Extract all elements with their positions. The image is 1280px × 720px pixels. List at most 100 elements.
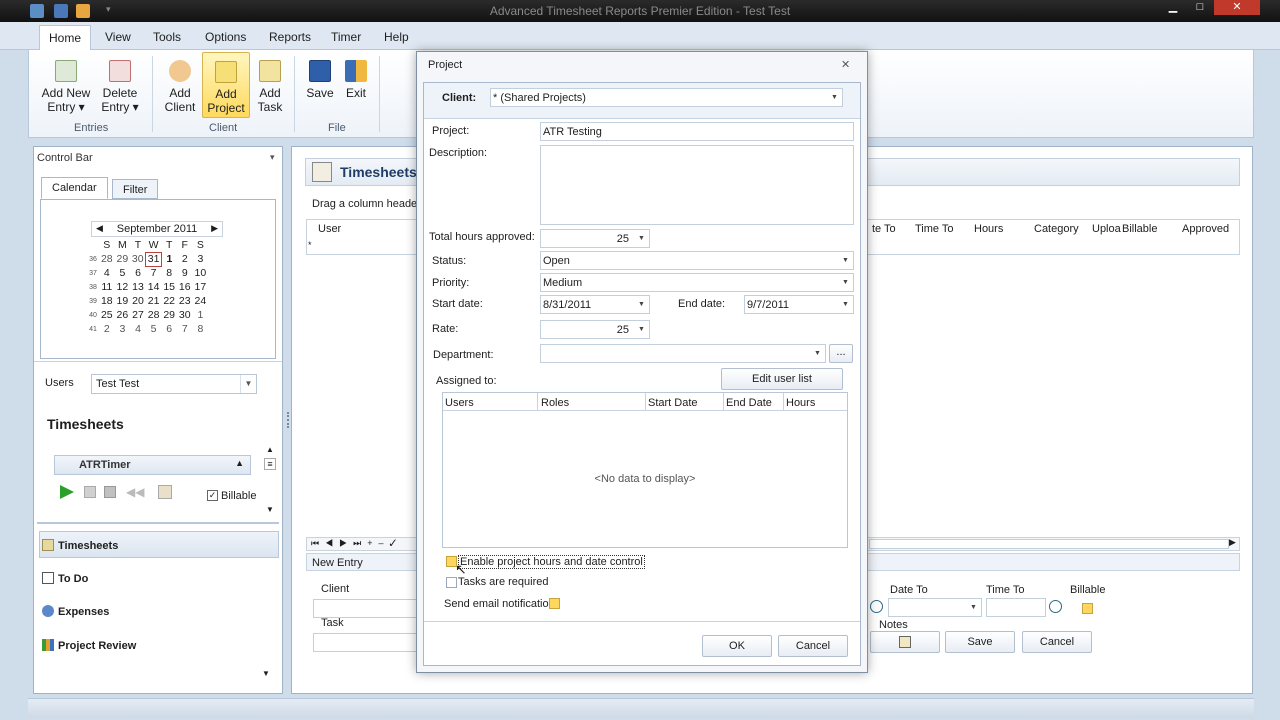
calendar-day[interactable]: 27 — [130, 308, 146, 322]
rewind-icon[interactable]: ◀◀ — [126, 485, 144, 499]
col-approved[interactable]: Approved — [1182, 223, 1229, 235]
exit-button[interactable]: Exit — [341, 56, 371, 100]
nav-expenses[interactable]: Expenses — [42, 605, 109, 618]
col-hours[interactable]: Hours — [974, 223, 1003, 235]
users-select[interactable]: Test Test ▼ — [91, 374, 257, 394]
calendar-day[interactable]: 5 — [146, 322, 162, 336]
rate-spinner[interactable]: 25 ▼ — [540, 320, 650, 339]
dialog-close-icon[interactable]: ✕ — [841, 58, 850, 71]
billable-checkbox[interactable]: ✓ — [207, 490, 218, 501]
col-hours[interactable]: Hours — [786, 397, 815, 409]
timer-settings-icon[interactable] — [158, 485, 172, 499]
col-billable[interactable]: Billable — [1122, 223, 1157, 235]
project-input[interactable]: ATR Testing — [540, 122, 854, 141]
tab-view[interactable]: View — [105, 30, 131, 44]
tab-timer[interactable]: Timer — [331, 30, 361, 44]
calendar-day[interactable]: 4 — [99, 266, 115, 280]
add-new-entry-button[interactable]: Add New Entry ▾ — [41, 56, 91, 114]
collapse-icon[interactable]: ▲ — [235, 458, 244, 468]
play-icon[interactable] — [60, 485, 74, 499]
dropdown-arrow-icon[interactable]: ▼ — [966, 599, 981, 616]
calendar-day[interactable]: 7 — [177, 322, 193, 336]
pause-icon[interactable] — [84, 486, 96, 498]
maximize-button[interactable]: □ — [1187, 0, 1213, 15]
col-roles[interactable]: Roles — [541, 397, 569, 409]
nav-todo[interactable]: To Do — [42, 572, 88, 585]
tab-home[interactable]: Home — [39, 25, 92, 51]
nav-project-review[interactable]: Project Review — [42, 639, 136, 652]
calendar-day[interactable]: 3 — [193, 252, 209, 266]
clock-icon[interactable] — [870, 600, 883, 613]
client-select[interactable]: * (Shared Projects) ▼ — [490, 88, 843, 107]
calendar-day[interactable]: 1 — [161, 252, 177, 266]
minimize-button[interactable]: ▁ — [1160, 0, 1186, 15]
tasks-required-checkbox[interactable] — [446, 577, 457, 588]
status-select[interactable]: Open ▼ — [540, 251, 854, 270]
col-upload[interactable]: Uploa — [1092, 223, 1121, 235]
calendar-day[interactable]: 28 — [99, 252, 115, 266]
scroll-up-icon[interactable]: ▲ — [266, 445, 274, 454]
calendar-day[interactable]: 8 — [161, 266, 177, 280]
calendar-day[interactable]: 30 — [177, 308, 193, 322]
calendar-day[interactable]: 19 — [115, 294, 131, 308]
save-button[interactable]: Save — [305, 56, 335, 100]
col-user[interactable]: User — [318, 223, 341, 235]
entry-save-button[interactable]: Save — [945, 631, 1015, 653]
calendar-day[interactable]: 20 — [130, 294, 146, 308]
col-date-to[interactable]: te To — [872, 223, 896, 235]
calendar-day[interactable]: 18 — [99, 294, 115, 308]
task-input[interactable] — [313, 633, 417, 652]
scroll-down-icon[interactable]: ▼ — [266, 505, 274, 514]
calendar-day[interactable]: 2 — [99, 322, 115, 336]
scroll-right-icon[interactable]: ▶ — [1229, 537, 1236, 548]
next-month-icon[interactable]: ▶ — [211, 223, 218, 234]
start-date-picker[interactable]: 8/31/2011 ▼ — [540, 295, 650, 314]
calendar-day[interactable]: 30 — [130, 252, 146, 266]
calendar-day[interactable]: 25 — [99, 308, 115, 322]
calendar-day[interactable]: 2 — [177, 252, 193, 266]
calendar-day[interactable]: 22 — [161, 294, 177, 308]
calendar-day[interactable]: 3 — [115, 322, 131, 336]
calendar-day[interactable]: 15 — [161, 280, 177, 294]
time-to-input[interactable] — [986, 598, 1046, 617]
navigator-buttons-icon[interactable]: ⏮◀▶⏭+–✓ — [311, 538, 402, 549]
calendar-day[interactable]: 9 — [177, 266, 193, 280]
add-task-button[interactable]: Add Task — [253, 56, 287, 114]
calendar-day[interactable]: 28 — [146, 308, 162, 322]
description-textarea[interactable] — [540, 145, 854, 225]
calendar-day[interactable]: 17 — [193, 280, 209, 294]
col-start-date[interactable]: Start Date — [648, 397, 698, 409]
tab-help[interactable]: Help — [384, 30, 409, 44]
priority-select[interactable]: Medium ▼ — [540, 273, 854, 292]
close-window-button[interactable]: ✕ — [1214, 0, 1260, 15]
calendar-day[interactable]: 6 — [130, 266, 146, 280]
tab-reports[interactable]: Reports — [269, 30, 311, 44]
add-project-button[interactable]: Add Project — [202, 52, 250, 118]
tab-calendar[interactable]: Calendar — [41, 177, 108, 199]
calendar-day[interactable]: 24 — [193, 294, 209, 308]
tab-filter[interactable]: Filter — [112, 179, 159, 199]
calendar-day[interactable]: 5 — [115, 266, 131, 280]
timer-header[interactable]: ATRTimer ▲ — [54, 455, 251, 475]
horizontal-scrollbar[interactable] — [869, 539, 1229, 549]
clock-icon[interactable] — [1049, 600, 1062, 613]
calendar-day[interactable]: 16 — [177, 280, 193, 294]
department-select[interactable]: ▼ — [540, 344, 826, 363]
edit-user-list-button[interactable]: Edit user list — [721, 368, 843, 390]
calendar-day[interactable]: 29 — [115, 252, 131, 266]
delete-entry-button[interactable]: Delete Entry ▾ — [97, 56, 143, 114]
dropdown-arrow-icon[interactable]: ▼ — [838, 252, 853, 269]
calendar-day[interactable]: 26 — [115, 308, 131, 322]
dropdown-arrow-icon[interactable]: ▼ — [240, 375, 256, 393]
entry-cancel-button[interactable]: Cancel — [1022, 631, 1092, 653]
calendar-day[interactable]: 10 — [193, 266, 209, 280]
ok-button[interactable]: OK — [702, 635, 772, 657]
calendar-day[interactable]: 21 — [146, 294, 162, 308]
pin-icon[interactable]: ▾ — [270, 152, 275, 163]
calendar-day-today[interactable]: 31 — [145, 251, 162, 267]
menu-icon[interactable]: ≡ — [264, 458, 276, 470]
stop-icon[interactable] — [104, 486, 116, 498]
calendar-day[interactable]: 4 — [130, 322, 146, 336]
notes-button[interactable] — [870, 631, 940, 653]
send-email-checkbox[interactable] — [549, 598, 560, 609]
